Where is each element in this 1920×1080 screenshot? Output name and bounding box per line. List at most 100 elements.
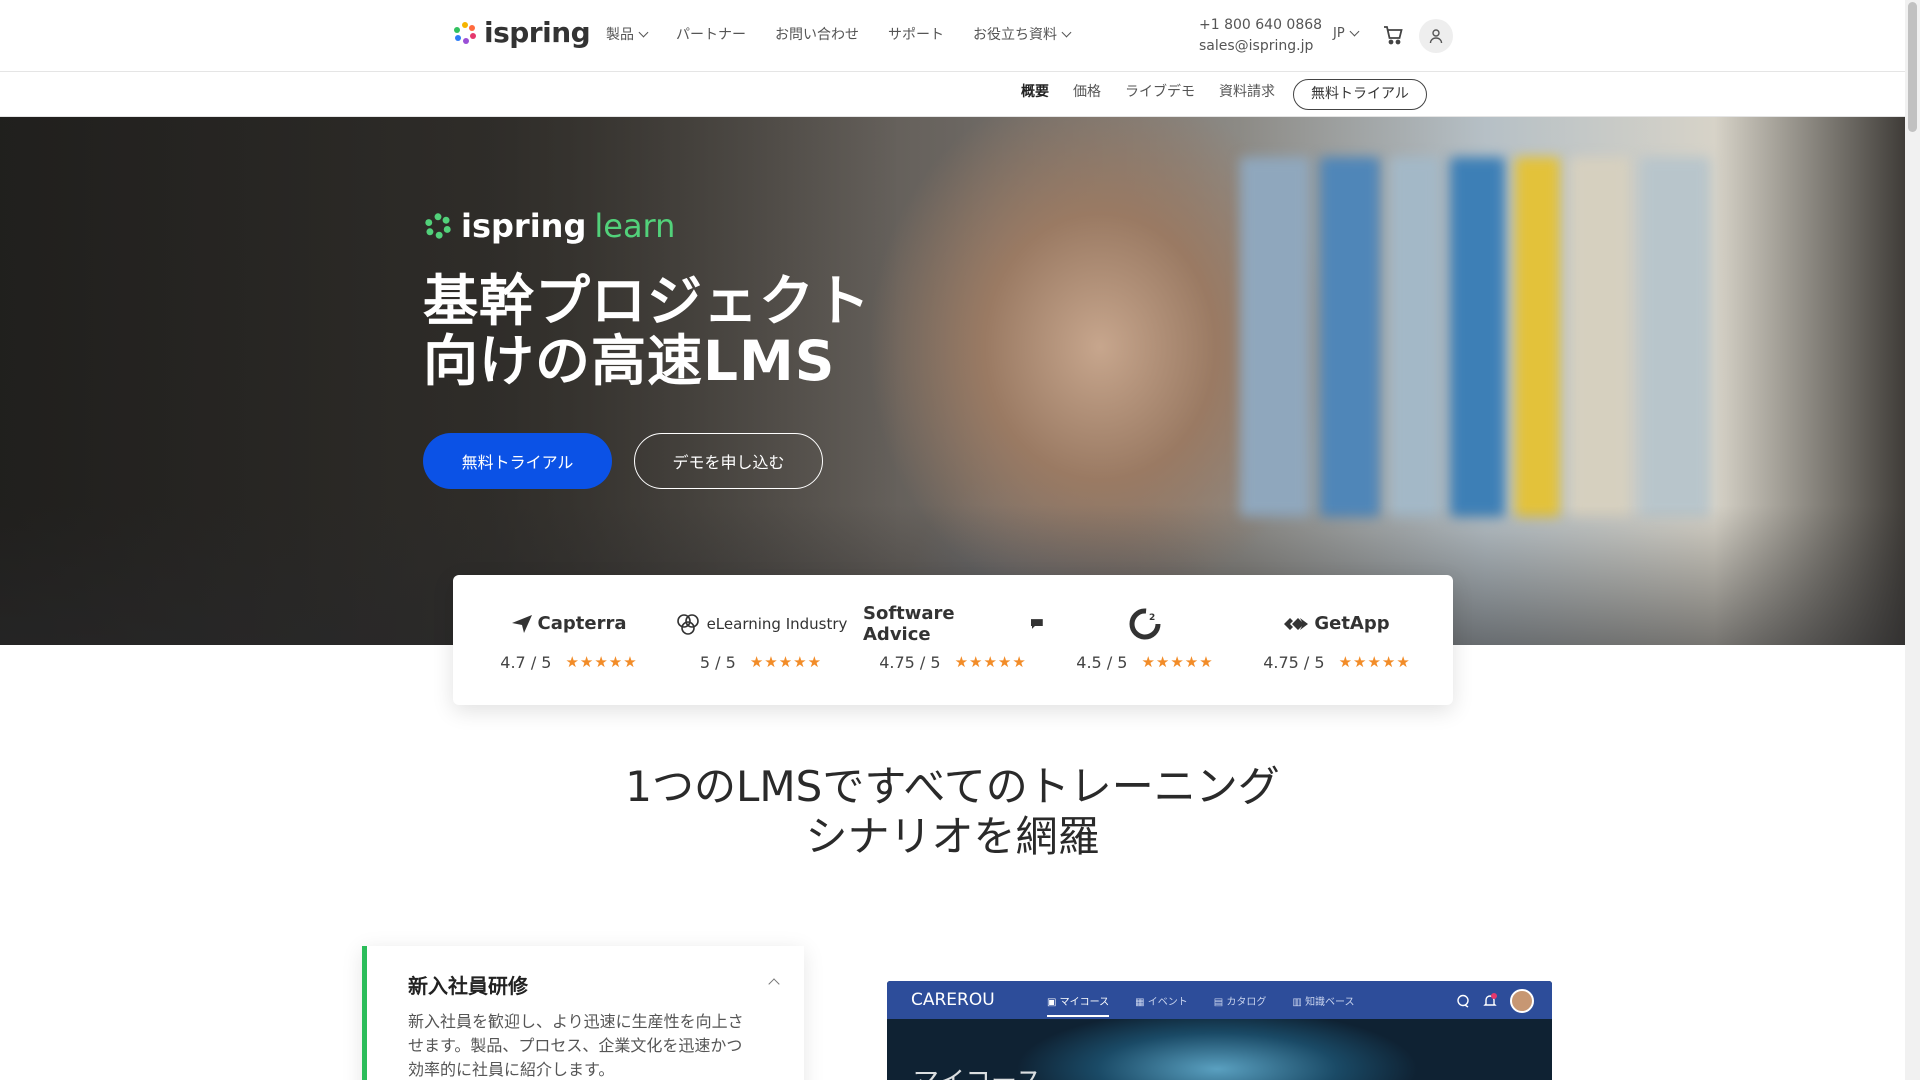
top-header: ispring 製品 パートナー お問い合わせ サポート お役立ち資料 +1 8… (0, 0, 1905, 72)
rating-score: 4.5 / 5 (1076, 652, 1128, 672)
nav-label: サポート (888, 27, 944, 43)
rating-stars: ★★★★★ (1141, 653, 1214, 671)
chevron-up-icon[interactable] (768, 978, 780, 990)
ispring-learn-flower-icon (425, 213, 451, 239)
elearning-industry-logo: eLearning Industry (675, 609, 848, 639)
g2-logo: 2 (1129, 608, 1161, 639)
user-icon (1429, 29, 1443, 44)
cart-button[interactable] (1382, 24, 1404, 50)
hero-title-line2: 向けの高速LMS (423, 329, 836, 393)
background-book (1240, 157, 1310, 517)
app-preview-topbar: CAREROU ▣ マイコース ▦ イベント ▤ カタログ ▥ 知識ベース (887, 981, 1552, 1019)
app-preview-body: マイコース (887, 1019, 1552, 1080)
nav-label: 製品 (606, 27, 634, 43)
nav-label: お役立ち資料 (973, 27, 1057, 43)
elearning-industry-icon (676, 613, 699, 635)
app-tab-catalog: ▤ カタログ (1213, 997, 1267, 1008)
section-title: 1つのLMSですべてのトレーニング シナリオを網羅 (0, 762, 1905, 862)
logo-text: ispring (484, 16, 591, 49)
subnav-trial-button[interactable]: 無料トライアル (1293, 79, 1427, 110)
app-preview-icons (1456, 989, 1534, 1013)
app-tab-knowledge-base: ▥ 知識ベース (1292, 997, 1355, 1008)
lms-app-preview: CAREROU ▣ マイコース ▦ イベント ▤ カタログ ▥ 知識ベース マイ… (887, 981, 1552, 1080)
nav-resources[interactable]: お役立ち資料 (973, 24, 1072, 44)
rating-stars: ★★★★★ (749, 653, 823, 671)
hero-title: 基幹プロジェクト 向けの高速LMS (423, 271, 871, 391)
page-scrollbar[interactable] (1905, 0, 1920, 1080)
scenario-card-title: 新入社員研修 (408, 974, 528, 998)
ratings-panel: Capterra 4.7 / 5 ★★★★★ eLearning Industr… (453, 575, 1453, 705)
g2-icon: 2 (1129, 608, 1161, 639)
rating-capterra[interactable]: Capterra 4.7 / 5 ★★★★★ (479, 609, 659, 672)
contact-info: +1 800 640 0868 sales@ispring.jp (1199, 15, 1322, 57)
scenario-card-onboarding[interactable]: 新入社員研修 新入社員を歓迎し、より迅速に生産性を向上させます。製品、プロセス、… (362, 946, 804, 1080)
background-book (1390, 157, 1440, 517)
email-link[interactable]: sales@ispring.jp (1199, 36, 1322, 57)
ispring-logo[interactable]: ispring (452, 16, 591, 49)
rating-score: 4.7 / 5 (500, 652, 552, 672)
app-tab-label: カタログ (1226, 997, 1267, 1008)
rating-stars: ★★★★★ (1338, 653, 1411, 671)
background-book (1570, 157, 1630, 517)
app-tab-label: イベント (1147, 997, 1188, 1008)
capterra-logo: Capterra (511, 609, 627, 639)
account-button[interactable] (1419, 19, 1453, 53)
ispring-learn-logo: ispring learn (423, 207, 675, 245)
rating-name: GetApp (1314, 613, 1390, 634)
rating-score: 4.75 / 5 (879, 652, 941, 672)
app-preview-heading: マイコース (913, 1061, 1042, 1080)
nav-label: お問い合わせ (775, 27, 859, 43)
rating-score: 4.75 / 5 (1263, 652, 1325, 672)
hero-title-line1: 基幹プロジェクト (423, 269, 872, 333)
nav-label: パートナー (676, 27, 746, 43)
chevron-down-icon (1061, 27, 1072, 37)
speech-bubble-icon (1031, 618, 1043, 629)
nav-products[interactable]: 製品 (606, 24, 649, 44)
rating-getapp[interactable]: GetApp 4.75 / 5 ★★★★★ (1247, 609, 1427, 672)
ispring-flower-icon (454, 21, 476, 44)
learn-logo-main: ispring (461, 207, 587, 245)
nav-partners[interactable]: パートナー (676, 24, 746, 44)
product-subnav: 概要 価格 ライブデモ 資料請求 無料トライアル (0, 72, 1905, 120)
rating-name: eLearning Industry (706, 614, 848, 633)
hero-banner: ispring learn 基幹プロジェクト 向けの高速LMS 無料トライアル … (0, 117, 1905, 645)
background-book (1640, 157, 1710, 517)
subnav-live-demo[interactable]: ライブデモ (1125, 80, 1195, 110)
app-preview-brand: CAREROU (911, 990, 995, 1010)
background-book (1320, 157, 1380, 517)
app-preview-tabs: ▣ マイコース ▦ イベント ▤ カタログ ▥ 知識ベース (1047, 993, 1355, 1017)
subnav-overview[interactable]: 概要 (1015, 80, 1055, 120)
cart-icon (1384, 26, 1403, 45)
rating-name: Software Advice (863, 602, 955, 645)
scrollbar-thumb[interactable] (1908, 2, 1917, 132)
background-book (1515, 157, 1560, 517)
request-demo-button[interactable]: デモを申し込む (634, 433, 823, 489)
rating-g2[interactable]: 2 4.5 / 5 ★★★★★ (1055, 608, 1235, 672)
svg-text:2: 2 (1149, 613, 1155, 623)
capterra-arrow-icon (511, 614, 532, 633)
nav-support[interactable]: サポート (888, 24, 944, 44)
main-nav: 製品 パートナー お問い合わせ サポート お役立ち資料 (606, 24, 1072, 44)
learn-logo-suffix: learn (594, 207, 676, 245)
free-trial-button[interactable]: 無料トライアル (423, 433, 612, 489)
rating-name: Capterra (537, 613, 627, 634)
rating-stars: ★★★★★ (565, 653, 638, 671)
section-title-line2: シナリオを網羅 (805, 812, 1100, 861)
app-tab-label: マイコース (1059, 997, 1110, 1008)
rating-score: 5 / 5 (699, 652, 736, 672)
language-label: JP (1333, 26, 1345, 41)
section-title-line1: 1つのLMSですべてのトレーニング (625, 762, 1280, 811)
rating-stars: ★★★★★ (954, 653, 1027, 671)
subnav-request-docs[interactable]: 資料請求 (1219, 80, 1275, 110)
app-tab-label: 知識ベース (1305, 997, 1355, 1008)
app-preview-avatar (1510, 989, 1534, 1013)
rating-elearning-industry[interactable]: eLearning Industry 5 / 5 ★★★★★ (671, 609, 851, 672)
language-selector[interactable]: JP (1333, 26, 1360, 41)
app-tab-events: ▦ イベント (1135, 997, 1188, 1008)
scenario-card-text: 新入社員を歓迎し、より迅速に生産性を向上させます。製品、プロセス、企業文化を迅速… (408, 1012, 744, 1079)
subnav-pricing[interactable]: 価格 (1073, 80, 1101, 110)
nav-contact[interactable]: お問い合わせ (775, 24, 859, 44)
rating-software-advice[interactable]: Software Advice 4.75 / 5 ★★★★★ (863, 603, 1043, 672)
phone-link[interactable]: +1 800 640 0868 (1199, 15, 1322, 36)
app-tab-my-courses: ▣ マイコース (1047, 993, 1110, 1017)
